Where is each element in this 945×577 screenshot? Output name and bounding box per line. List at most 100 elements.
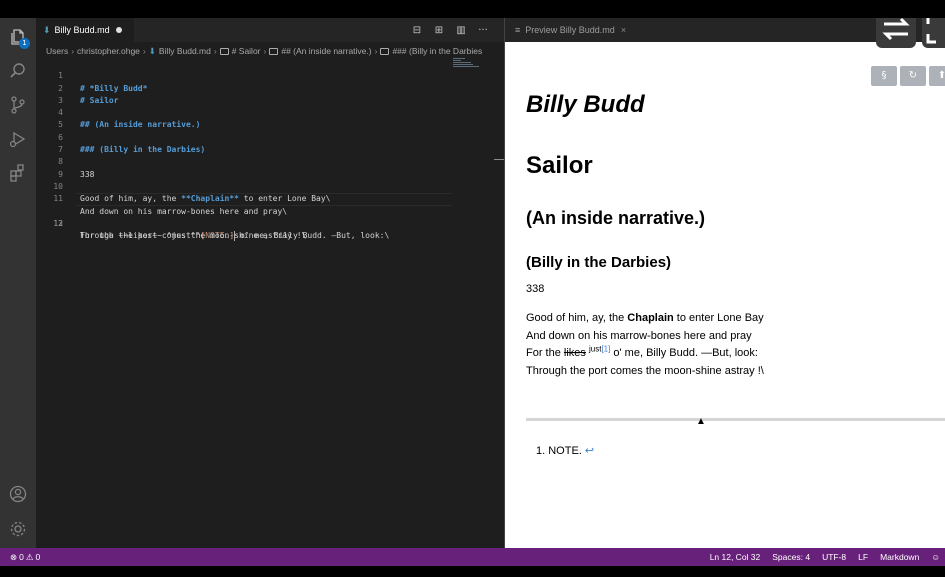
code-line[interactable]: 2 # Sailor: [36, 70, 504, 105]
preview-heading-1: Billy Budd: [526, 91, 645, 118]
preview-number: 338: [526, 283, 545, 295]
breadcrumb-user[interactable]: christopher.ohge: [77, 46, 140, 56]
code-line[interactable]: 11 And down on his marrow-bones here and…: [36, 181, 504, 215]
verse-line: Through the port comes the moon-shine as…: [526, 364, 764, 377]
swap-arrows-icon: [882, 18, 910, 41]
mouse-pointer-icon: ▲: [696, 416, 706, 427]
markdown-file-icon: ⬇: [43, 24, 51, 35]
source-control-icon: [11, 96, 25, 114]
chevron-right-icon: ›: [263, 46, 267, 56]
preview-lines-icon: ≡: [515, 25, 521, 35]
code-line[interactable]: 8 338: [36, 144, 504, 178]
editor-tab-bar: ⬇ Billy Budd.md ⊟ ⊞ ▥ ···: [36, 18, 504, 42]
verse-text: For the: [526, 347, 564, 359]
section-button[interactable]: §: [871, 66, 897, 86]
run-debug-icon: [9, 131, 26, 148]
preview-heading-sailor: Sailor: [526, 152, 593, 179]
close-icon[interactable]: ×: [621, 25, 626, 35]
end-of-line[interactable]: LF: [858, 552, 868, 562]
chevron-right-icon: ›: [142, 46, 146, 56]
code-area[interactable]: 1 # *Billy Budd* 2 # Sailor 3 4 ## (An i…: [36, 58, 504, 241]
cursor-position[interactable]: Ln 12, Col 32: [710, 552, 761, 562]
problems-indicator[interactable]: ⊗ 0 ⚠ 0: [10, 548, 40, 566]
preview-group: ≡ Preview Billy Budd.md × § ↻ ⬆ Billy Bu…: [504, 18, 945, 548]
code-line[interactable]: 4 ## (An inside narrative.): [36, 95, 504, 129]
fullscreen-overlay-button[interactable]: [922, 18, 945, 48]
editor-tab-label: Billy Budd.md: [54, 25, 110, 35]
refresh-button[interactable]: ↻: [900, 66, 926, 86]
preview-toolbar: § ↻ ⬆: [871, 66, 945, 86]
scroll-top-button[interactable]: ⬆: [929, 66, 945, 86]
preview-tab[interactable]: ≡ Preview Billy Budd.md ×: [505, 18, 626, 42]
code-line[interactable]: 5: [36, 107, 504, 129]
explorer-badge: 1: [19, 38, 30, 49]
footnote-item: 1. NOTE. ↩: [536, 444, 594, 457]
error-icon: ⊗: [10, 551, 18, 562]
source-control-activity[interactable]: [0, 88, 36, 122]
chevron-right-icon: ›: [71, 46, 75, 56]
warning-icon: ⚠: [25, 551, 34, 562]
code-line[interactable]: 10 Good of him, ay, the **Chaplain** to …: [36, 169, 504, 203]
symbol-string-icon: [380, 47, 390, 55]
indentation[interactable]: Spaces: 4: [772, 552, 810, 562]
run-debug-activity[interactable]: [0, 122, 36, 156]
code-line[interactable]: 3: [36, 83, 504, 105]
verse-line: And down on his marrow-bones here and pr…: [526, 329, 752, 342]
verse-text: o' me, Billy Budd. —But, look:: [610, 347, 758, 359]
more-actions-icon[interactable]: ···: [472, 25, 494, 36]
preview-verse: Good of him, ay, the Chaplain to enter L…: [526, 310, 764, 380]
top-black-strip: [0, 0, 945, 18]
symbol-string-icon: [269, 47, 279, 55]
footnote-backref-icon[interactable]: ↩: [585, 445, 594, 457]
footnote-divider: [526, 418, 945, 421]
verse-strike: likes: [563, 347, 586, 359]
breadcrumb-file[interactable]: Billy Budd.md: [159, 46, 211, 56]
fullscreen-icon: [926, 18, 936, 44]
search-activity[interactable]: [0, 54, 36, 88]
breadcrumb-users[interactable]: Users: [46, 46, 68, 56]
verse-bold: Chaplain: [627, 312, 674, 324]
open-preview-to-side-icon[interactable]: ⊟: [406, 25, 428, 36]
swap-overlay-button[interactable]: [876, 18, 916, 48]
code-line[interactable]: 7: [36, 132, 504, 154]
explorer-activity[interactable]: 1: [0, 20, 36, 54]
code-line[interactable]: 9: [36, 156, 504, 179]
extensions-activity[interactable]: [0, 156, 36, 190]
feedback-icon[interactable]: ☺: [931, 552, 940, 562]
account-icon: [9, 485, 27, 503]
code-line-current[interactable]: 12 For the ~~likes~~ ^just^^[NOTE.] o' m…: [36, 193, 504, 241]
search-icon: [10, 63, 25, 78]
status-bar-right: Ln 12, Col 32 Spaces: 4 UTF-8 LF Markdow…: [698, 548, 940, 566]
encoding[interactable]: UTF-8: [822, 552, 846, 562]
verse-line: For the likes just[1] o' me, Billy Budd.…: [526, 345, 764, 363]
breadcrumb-inside-narrative[interactable]: ## (An inside narrative.): [281, 46, 371, 56]
editor-tab-billy-budd[interactable]: ⬇ Billy Budd.md: [36, 18, 134, 42]
verse-text: to enter Lone Bay: [673, 312, 764, 324]
accounts-activity[interactable]: [0, 477, 36, 511]
bottom-black-strip: [0, 566, 945, 577]
symbol-string-icon: [219, 47, 229, 55]
code-line[interactable]: 6 ### (Billy in the Darbies): [36, 119, 504, 154]
verse-text: Good of him, ay, the: [526, 312, 628, 324]
editor-group: ⬇ Billy Budd.md ⊟ ⊞ ▥ ··· Users › christ…: [36, 18, 504, 548]
error-count: 0: [19, 552, 24, 562]
preview-heading-3: (Billy in the Darbies): [526, 254, 672, 271]
verse-superscript: just[1]: [589, 344, 610, 353]
activity-bar: 1: [0, 18, 36, 548]
unsaved-dot-icon[interactable]: [116, 27, 122, 33]
line-number: 13: [53, 218, 63, 228]
current-line-highlight: [76, 193, 452, 206]
open-preview-icon[interactable]: ⊞: [428, 25, 450, 36]
breadcrumb-sailor[interactable]: # Sailor: [232, 46, 261, 56]
code-line[interactable]: 13 Through the port comes the moon-shine…: [36, 206, 504, 240]
split-editor-icon[interactable]: ▥: [450, 25, 472, 36]
language-mode[interactable]: Markdown: [880, 552, 919, 562]
breadcrumb: Users › christopher.ohge › ⬇ Billy Budd.…: [46, 44, 504, 58]
footnote-ref-link[interactable]: [1]: [601, 344, 610, 353]
manage-activity[interactable]: [0, 512, 36, 546]
code-line[interactable]: 1 # *Billy Budd*: [36, 58, 504, 92]
breadcrumb-darbies[interactable]: ### (Billy in the Darbies: [392, 46, 482, 56]
chevron-right-icon: ›: [374, 46, 378, 56]
status-bar: ⊗ 0 ⚠ 0 Ln 12, Col 32 Spaces: 4 UTF-8 LF…: [0, 548, 945, 566]
chevron-right-icon: ›: [213, 46, 217, 56]
